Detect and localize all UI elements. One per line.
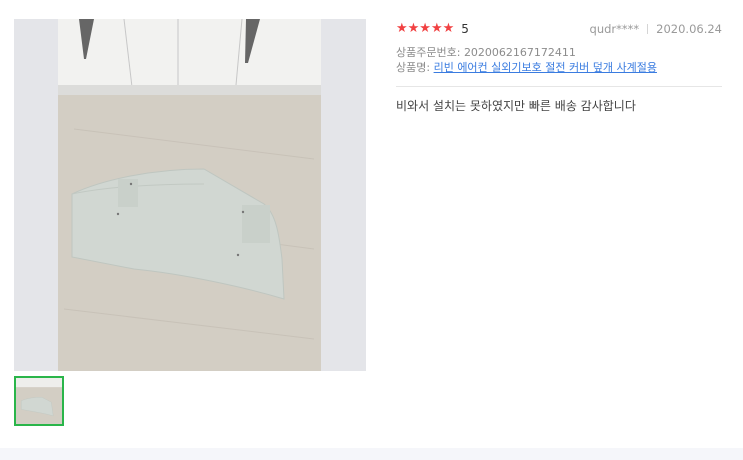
product-name-line: 상품명: 리빈 에어컨 실외기보호 절전 커버 덮개 사계절용 xyxy=(396,60,722,76)
review-text: 비와서 설치는 못하였지만 빠른 배송 감사합니다 xyxy=(396,99,636,113)
review-date: 2020.06.24 xyxy=(656,22,722,36)
review-header: ★★★★★ 5 qudr**** 2020.06.24 xyxy=(396,20,722,38)
review-thumbnail[interactable] xyxy=(14,376,64,426)
product-name-link[interactable]: 리빈 에어컨 실외기보호 절전 커버 덮개 사계절용 xyxy=(434,61,657,74)
review-meta: qudr**** 2020.06.24 xyxy=(590,22,722,36)
reviewer-id: qudr**** xyxy=(589,22,640,36)
divider xyxy=(396,86,722,87)
product-name-label: 상품명: xyxy=(396,61,431,74)
order-number-label: 상품주문번호: xyxy=(396,46,461,59)
list-separator xyxy=(0,448,743,460)
review-info: ★★★★★ 5 qudr**** 2020.06.24 상품주문번호: 2020… xyxy=(396,20,722,114)
review-photo[interactable] xyxy=(14,19,366,371)
rating-score: 5 xyxy=(461,22,469,36)
order-number-value: 2020062167172411 xyxy=(463,46,576,59)
meta-divider xyxy=(647,24,649,34)
order-number-line: 상품주문번호: 2020062167172411 xyxy=(396,45,722,60)
rating-stars-icon: ★★★★★ xyxy=(396,21,455,36)
